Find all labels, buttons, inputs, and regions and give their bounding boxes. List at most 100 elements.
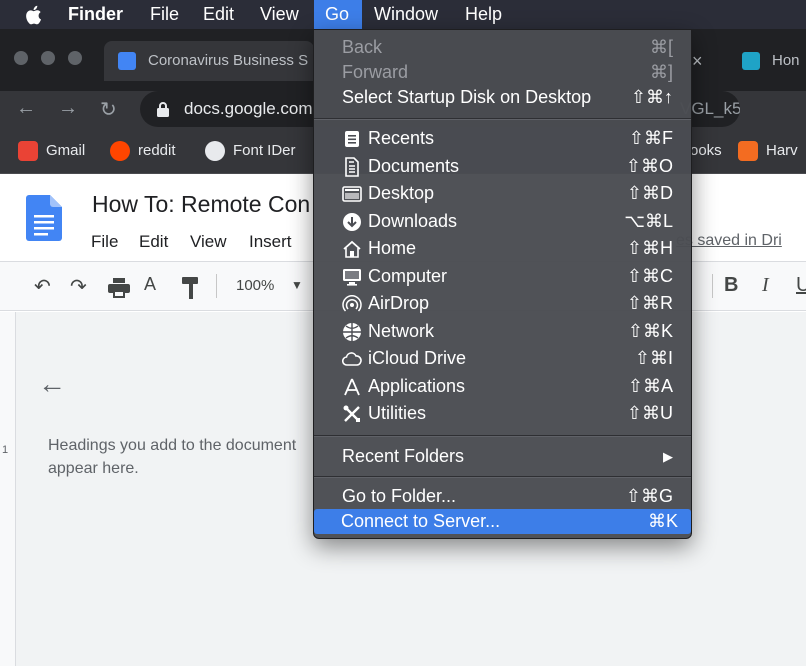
menu-item-utilities[interactable]: Utilities ⇧⌘U [319, 401, 686, 426]
spellcheck-icon[interactable]: A [144, 274, 156, 295]
menu-item-desktop[interactable]: Desktop ⇧⌘D [319, 181, 686, 206]
desktop-icon [342, 186, 362, 202]
menu-label: Recent Folders [342, 446, 465, 466]
site-favicon [742, 52, 760, 70]
google-docs-logo-icon[interactable] [26, 195, 62, 241]
menubar-view[interactable]: View [250, 0, 309, 29]
airdrop-icon [342, 295, 362, 312]
menu-item-icloud-drive[interactable]: iCloud Drive ⇧⌘I [319, 346, 686, 371]
menu-item-select-startup-disk[interactable]: Select Startup Disk on Desktop ⇧⌘↑ [319, 85, 686, 110]
menu-shortcut: ⇧⌘I [634, 348, 673, 368]
menu-separator [314, 118, 691, 120]
zoom-select[interactable]: 100% [236, 277, 274, 294]
back-arrow-icon[interactable]: ← [16, 97, 36, 120]
menu-item-back[interactable]: Back ⌘[ [319, 35, 686, 60]
menu-item-computer[interactable]: Computer ⇧⌘C [319, 264, 686, 289]
menu-item-connect-to-server[interactable]: Connect to Server... ⌘K [314, 509, 691, 534]
docs-menu-edit[interactable]: Edit [139, 232, 168, 252]
menu-shortcut: ⇧⌘H [626, 238, 673, 258]
menu-item-recent-folders[interactable]: Recent Folders ▶ [319, 444, 686, 469]
menu-item-network[interactable]: Network ⇧⌘K [319, 319, 686, 344]
menu-shortcut: ⇧⌘G [625, 486, 673, 506]
menu-separator [314, 435, 691, 437]
bookmark-harvest[interactable]: Harv [738, 139, 798, 163]
bookmark-gmail[interactable]: Gmail [18, 139, 85, 163]
outline-line: appear here. [48, 460, 139, 477]
harvest-icon [738, 141, 758, 162]
documents-icon [345, 156, 359, 177]
vertical-ruler: 1 [0, 312, 16, 666]
menubar: Finder File Edit View Go Window Help [0, 0, 806, 29]
bookmark-label: Font IDer [233, 142, 296, 159]
redo-icon[interactable]: ↷ [70, 274, 87, 299]
menu-label: Computer [368, 265, 448, 286]
menu-label: Documents [368, 155, 460, 176]
home-icon [343, 240, 361, 258]
docs-menu-file[interactable]: File [91, 232, 118, 252]
menu-label: Home [368, 238, 417, 258]
reddit-icon [110, 141, 130, 162]
italic-icon[interactable]: I [762, 274, 769, 297]
menu-shortcut: ⇧⌘K [627, 320, 673, 341]
menubar-file[interactable]: File [140, 0, 189, 29]
menu-label: Network [368, 320, 435, 341]
toolbar-divider [712, 274, 713, 298]
menu-item-go-to-folder[interactable]: Go to Folder... ⇧⌘G [319, 484, 686, 509]
menubar-edit[interactable]: Edit [193, 0, 244, 29]
tab-hon[interactable]: Hon [726, 41, 806, 81]
window-close-button[interactable] [14, 51, 28, 65]
network-icon [343, 322, 361, 341]
menu-shortcut: ⇧⌘F [628, 128, 673, 148]
computer-icon [343, 268, 361, 286]
docs-menu-view[interactable]: View [190, 232, 227, 252]
window-zoom-button[interactable] [68, 51, 82, 65]
menu-label: Recents [368, 128, 435, 148]
document-title[interactable]: How To: Remote Con [92, 191, 310, 218]
underline-icon[interactable]: U [796, 274, 806, 297]
menu-label: AirDrop [368, 293, 430, 313]
menu-label: Back [342, 37, 383, 57]
window-minimize-button[interactable] [41, 51, 55, 65]
menu-item-home[interactable]: Home ⇧⌘H [319, 236, 686, 261]
menubar-help[interactable]: Help [455, 0, 512, 29]
menu-shortcut: ⌘[ [649, 37, 673, 57]
menu-item-recents[interactable]: Recents ⇧⌘F [319, 126, 686, 151]
tab-close-icon[interactable]: × [692, 41, 716, 81]
bookmark-books[interactable]: ooks [690, 139, 722, 163]
menu-shortcut: ⇧⌘U [626, 403, 673, 423]
menu-label: Utilities [368, 403, 427, 423]
menu-label: Connect to Server... [341, 511, 501, 531]
bold-icon[interactable]: B [724, 274, 738, 297]
apple-logo-icon[interactable] [16, 0, 52, 29]
submenu-arrow-icon: ▶ [663, 449, 673, 464]
docs-menu-insert[interactable]: Insert [249, 232, 292, 252]
menu-label: Downloads [368, 210, 458, 231]
menu-item-applications[interactable]: Applications ⇧⌘A [319, 374, 686, 399]
menubar-go[interactable]: Go [314, 0, 362, 29]
utilities-icon [343, 405, 360, 422]
bookmark-label: reddit [138, 142, 176, 159]
menu-item-downloads[interactable]: Downloads ⌥⌘L [319, 209, 686, 234]
menu-item-airdrop[interactable]: AirDrop ⇧⌘R [319, 291, 686, 316]
menu-shortcut: ⇧⌘C [626, 265, 673, 286]
menubar-app-finder[interactable]: Finder [58, 0, 133, 29]
menu-item-documents[interactable]: Documents ⇧⌘O [319, 154, 686, 179]
reload-icon[interactable]: ↻ [100, 97, 117, 122]
menu-shortcut: ⇧⌘A [627, 375, 673, 396]
forward-arrow-icon[interactable]: → [58, 97, 78, 120]
print-icon[interactable] [108, 278, 130, 298]
outline-back-arrow-icon[interactable]: ← [38, 368, 66, 400]
undo-icon[interactable]: ↶ [34, 274, 51, 299]
menu-shortcut: ⌘K [647, 511, 678, 531]
menu-item-forward[interactable]: Forward ⌘] [319, 60, 686, 85]
tab-coronavirus-business[interactable]: Coronavirus Business S [104, 41, 314, 81]
outline-line: Headings you add to the document [48, 437, 297, 454]
lock-icon [157, 102, 169, 117]
menubar-window[interactable]: Window [364, 0, 448, 29]
paint-format-icon[interactable] [182, 277, 200, 299]
zoom-dropdown-icon[interactable]: ▼ [291, 278, 303, 292]
bookmark-font-ider[interactable]: Font IDer [205, 139, 296, 163]
icloud-icon [342, 352, 362, 366]
gmail-icon [18, 141, 38, 162]
bookmark-reddit[interactable]: reddit [110, 139, 176, 163]
